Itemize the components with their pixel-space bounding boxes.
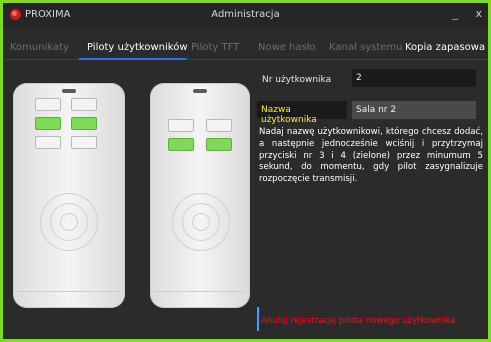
remote-button-3[interactable] xyxy=(168,138,194,151)
user-name-label: Nazwa użytkownika xyxy=(261,105,317,125)
admin-window: PROXIMA Administracja _ x Komunikaty Pil… xyxy=(0,0,491,342)
remote-button-1[interactable] xyxy=(168,119,194,132)
active-tab-indicator xyxy=(79,58,187,60)
tab-kanal-systemu[interactable]: Kanał systemu xyxy=(329,42,403,53)
tab-nowe-haslo[interactable]: Nowe hasło xyxy=(258,42,316,53)
remote-button-2[interactable] xyxy=(206,119,232,132)
remote-button-1[interactable] xyxy=(35,98,61,111)
remote-button-6[interactable] xyxy=(71,136,97,149)
remote-button-5[interactable] xyxy=(35,136,61,149)
instructions-text: Nadaj nazwę użytkownikowi, którego chces… xyxy=(259,127,483,185)
tab-piloty-uzytkownikow[interactable]: Piloty użytkowników xyxy=(87,42,188,53)
remote-button-4[interactable] xyxy=(206,138,232,151)
remote-4-button xyxy=(150,83,250,308)
remote-button-2[interactable] xyxy=(71,98,97,111)
remote-inner-ring xyxy=(192,213,210,231)
remote-led-notch xyxy=(193,89,207,93)
remote-6-button xyxy=(13,83,125,308)
user-name-label-box: Nazwa użytkownika xyxy=(257,101,347,125)
user-number-field[interactable] xyxy=(352,69,476,87)
remote-button-4[interactable] xyxy=(71,117,97,130)
remote-seam-line xyxy=(154,291,246,292)
tab-kopia-zapasowa[interactable]: Kopia zapasowa xyxy=(405,42,485,53)
remote-led-notch xyxy=(62,89,76,93)
tab-bar: Komunikaty Piloty użytkowników Piloty TF… xyxy=(3,37,488,60)
window-title: Administracja xyxy=(211,9,280,20)
remote-button-3[interactable] xyxy=(35,117,61,130)
close-button[interactable]: x xyxy=(475,7,482,20)
tab-komunikaty[interactable]: Komunikaty xyxy=(10,42,69,53)
minimize-button[interactable]: _ xyxy=(453,7,459,20)
cancel-link-marker xyxy=(257,307,259,331)
user-number-label: Nr użytkownika xyxy=(262,75,332,85)
remote-seam-line xyxy=(17,291,121,292)
title-bar: PROXIMA Administracja _ x xyxy=(3,3,488,27)
user-name-field[interactable] xyxy=(352,101,476,119)
remote-inner-ring xyxy=(60,213,78,231)
cancel-registration-link[interactable]: Anuluj rejestrację pilota nowego użytkow… xyxy=(261,316,455,326)
tab-piloty-tft[interactable]: Piloty TFT xyxy=(191,42,239,53)
